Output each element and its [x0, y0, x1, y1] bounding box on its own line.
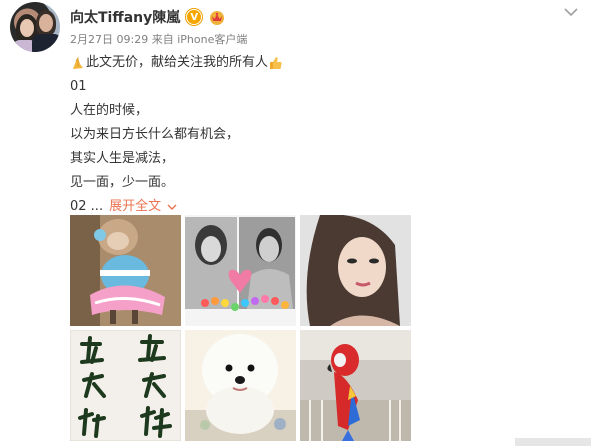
post-meta: 2月27日 09:29 来自 iPhone客户端 [70, 31, 247, 47]
post-image-puppy[interactable] [185, 330, 296, 441]
avatar[interactable] [10, 2, 60, 52]
post-image-parrot[interactable] [300, 330, 411, 441]
post-line-2: 01 [70, 79, 87, 94]
post-image-portrait[interactable] [300, 215, 411, 326]
post-line-3: 人在的时候， [70, 103, 149, 118]
post-line: 此文无价，献给关注我的所有人 [70, 51, 284, 75]
crown-icon[interactable] [208, 9, 226, 25]
user-name[interactable]: 向太Tiffany陳嵐 [70, 7, 180, 27]
post-content: 此文无价，献给关注我的所有人 01 人在的时候， 以为来日方长什么都有机会， 其… [70, 51, 284, 219]
couple-image [185, 215, 296, 326]
thumbs-up-icon [270, 57, 282, 69]
avatar-suit [32, 34, 60, 52]
monkey-image [70, 215, 181, 326]
post-line-6: 见一面，少一面。 [70, 175, 175, 190]
post-line-5: 其实人生是减法， [70, 151, 175, 166]
post-image-calligraphy[interactable] [70, 330, 181, 441]
parrot-image [300, 330, 411, 441]
scrollbar-track [515, 438, 591, 446]
calligraphy-image [70, 330, 181, 441]
verified-badge-icon[interactable]: V [186, 9, 203, 25]
post-time[interactable]: 2月27日 09:29 [70, 33, 148, 46]
portrait-image [300, 215, 411, 326]
post-line-4: 以为来日方长什么都有机会， [70, 127, 240, 142]
chevron-down-icon[interactable] [563, 6, 579, 18]
puppy-image [185, 330, 296, 441]
post-source[interactable]: iPhone客户端 [177, 33, 247, 46]
post-image-couple[interactable] [185, 215, 296, 326]
post-line-1: 此文无价，献给关注我的所有人 [86, 55, 269, 70]
name-row: 向太Tiffany陳嵐 V [70, 7, 226, 27]
source-prefix: 来自 [151, 33, 174, 46]
avatar-person-face [20, 19, 34, 37]
chevron-down-icon[interactable] [167, 203, 177, 211]
post-image-monkey[interactable] [70, 215, 181, 326]
praying-hands-icon [73, 56, 83, 69]
avatar-person2-face [39, 14, 53, 32]
